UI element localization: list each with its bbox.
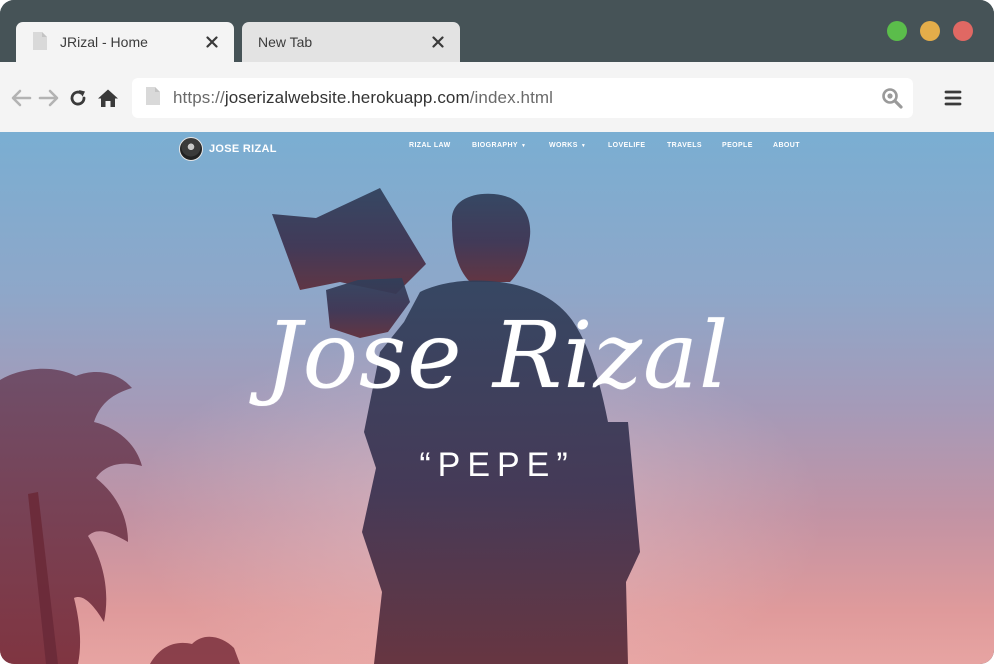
nav-travels[interactable]: TRAVELS: [667, 142, 702, 149]
close-tab-icon[interactable]: [200, 30, 224, 54]
url-host: joserizalwebsite.herokuapp.com: [224, 88, 470, 107]
nav-rizal-law[interactable]: RIZAL LAW: [409, 142, 451, 149]
brand-name: JOSE RIZAL: [209, 143, 277, 155]
close-tab-icon[interactable]: [426, 30, 450, 54]
nav-label: LOVELIFE: [608, 142, 646, 149]
tab-new-tab[interactable]: New Tab: [242, 22, 460, 62]
nav-works[interactable]: WORKS ▼: [549, 142, 586, 149]
page-icon: [145, 86, 161, 111]
caret-down-icon: ▼: [521, 142, 527, 149]
tab-jrizal-home[interactable]: JRizal - Home: [16, 22, 234, 62]
nav-people[interactable]: PEOPLE: [722, 142, 753, 149]
url-scheme: https://: [173, 88, 225, 107]
nav-lovelife[interactable]: LOVELIFE: [608, 142, 645, 149]
site-brand[interactable]: JOSE RIZAL: [179, 137, 277, 161]
nav-label: TRAVELS: [667, 142, 702, 149]
nav-label: ABOUT: [773, 142, 800, 149]
tab-strip: JRizal - Home New Tab: [0, 0, 994, 62]
nav-biography[interactable]: BIOGRAPHY ▼: [472, 142, 526, 149]
nav-about[interactable]: ABOUT: [773, 142, 800, 149]
address-bar[interactable]: https://joserizalwebsite.herokuapp.com/i…: [132, 78, 913, 118]
site-navbar: JOSE RIZAL RIZAL LAW BIOGRAPHY ▼ WORKS ▼ L…: [0, 132, 994, 166]
url-text: https://joserizalwebsite.herokuapp.com/i…: [173, 88, 553, 108]
page-icon: [32, 31, 48, 54]
tab-title: New Tab: [258, 34, 313, 50]
nav-label: WORKS: [549, 142, 578, 149]
nav-label: RIZAL LAW: [409, 142, 451, 149]
browser-toolbar: https://joserizalwebsite.herokuapp.com/i…: [0, 62, 994, 132]
page-viewport: JOSE RIZAL RIZAL LAW BIOGRAPHY ▼ WORKS ▼ L…: [0, 132, 994, 664]
hamburger-menu-icon[interactable]: [944, 89, 962, 107]
tab-title: JRizal - Home: [60, 34, 148, 50]
maximize-window-button[interactable]: [887, 21, 907, 41]
caret-down-icon: ▼: [580, 142, 587, 149]
rizal-portrait-logo: [179, 137, 203, 161]
back-arrow-icon[interactable]: [10, 87, 32, 109]
hero-title: Jose Rizal: [264, 302, 730, 409]
url-path: /index.html: [469, 88, 554, 107]
search-icon[interactable]: [881, 87, 903, 109]
browser-window: JRizal - Home New Tab https://joserizalw…: [0, 0, 994, 664]
home-icon[interactable]: [97, 87, 119, 109]
close-window-button[interactable]: [953, 21, 973, 41]
forward-arrow-icon[interactable]: [38, 87, 60, 109]
hero-subtitle: “PEPE”: [419, 446, 575, 484]
nav-label: PEOPLE: [722, 142, 753, 149]
nav-label: BIOGRAPHY: [472, 142, 518, 149]
reload-icon[interactable]: [67, 87, 89, 109]
minimize-window-button[interactable]: [920, 21, 940, 41]
